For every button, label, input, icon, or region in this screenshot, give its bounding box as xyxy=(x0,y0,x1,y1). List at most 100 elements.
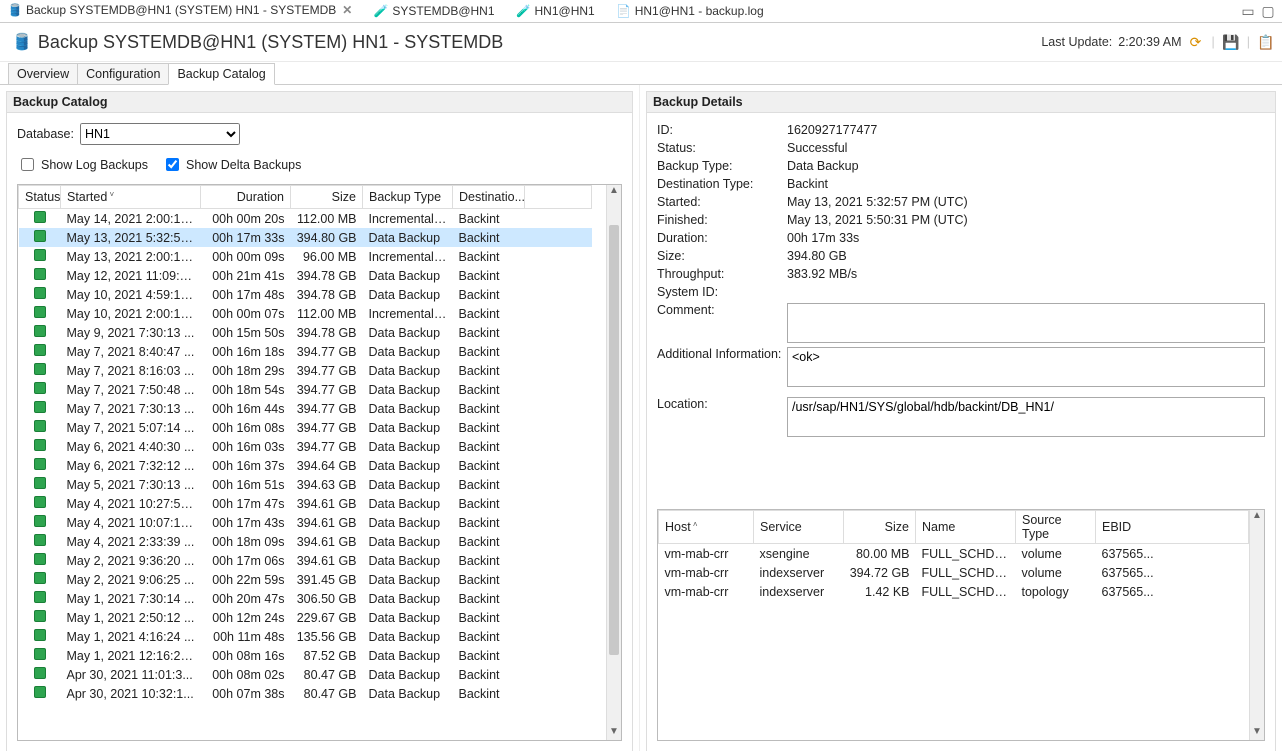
cell: 394.78 GB xyxy=(291,285,363,304)
started-value: May 13, 2021 5:32:57 PM (UTC) xyxy=(787,195,968,209)
status-cell xyxy=(19,228,61,247)
table-row[interactable]: May 7, 2021 8:40:47 ...00h 16m 18s394.77… xyxy=(19,342,592,361)
status-ok-icon xyxy=(34,382,46,394)
table-row[interactable]: May 2, 2021 9:06:25 ...00h 22m 59s391.45… xyxy=(19,570,592,589)
cell: May 10, 2021 2:00:14... xyxy=(61,304,201,323)
table-row[interactable]: May 5, 2021 7:30:13 ...00h 16m 51s394.63… xyxy=(19,475,592,494)
editor-tab[interactable]: 🧪HN1@HN1 xyxy=(513,2,599,20)
comment-textarea[interactable] xyxy=(787,303,1265,343)
table-row[interactable]: Apr 30, 2021 10:32:1...00h 07m 38s80.47 … xyxy=(19,684,592,703)
table-row[interactable]: May 1, 2021 12:16:21...00h 08m 16s87.52 … xyxy=(19,646,592,665)
status-ok-icon xyxy=(34,363,46,375)
cell: 229.67 GB xyxy=(291,608,363,627)
table-row[interactable]: vm-mab-crrindexserver394.72 GBFULL_SCHD_… xyxy=(659,563,1249,582)
column-header[interactable]: Started ˅ xyxy=(61,186,201,209)
table-row[interactable]: May 4, 2021 10:07:13...00h 17m 43s394.61… xyxy=(19,513,592,532)
more-icon[interactable]: 📋 xyxy=(1258,34,1274,50)
editor-tab[interactable]: 🧪SYSTEMDB@HN1 xyxy=(370,2,498,20)
scroll-down-icon[interactable]: ▼ xyxy=(1250,726,1264,740)
column-header[interactable]: Destinatio... xyxy=(453,186,525,209)
table-row xyxy=(659,658,1249,677)
volumes-table[interactable]: Host ˄ServiceSizeNameSource TypeEBID vm-… xyxy=(658,510,1249,751)
cell: May 7, 2021 7:50:48 ... xyxy=(61,380,201,399)
cell: May 6, 2021 7:32:12 ... xyxy=(61,456,201,475)
editor-tab[interactable]: 📄HN1@HN1 - backup.log xyxy=(613,2,768,20)
cell: 637565... xyxy=(1096,563,1249,582)
table-row[interactable]: May 6, 2021 4:40:30 ...00h 16m 03s394.77… xyxy=(19,437,592,456)
table-row[interactable]: vm-mab-crrxsengine80.00 MBFULL_SCHD_d...… xyxy=(659,544,1249,564)
table-row[interactable]: May 4, 2021 10:27:57...00h 17m 47s394.61… xyxy=(19,494,592,513)
table-row[interactable]: May 7, 2021 7:50:48 ...00h 18m 54s394.77… xyxy=(19,380,592,399)
column-header[interactable]: Status xyxy=(19,186,61,209)
column-header[interactable]: EBID xyxy=(1096,511,1249,544)
table-row[interactable]: May 2, 2021 9:36:20 ...00h 17m 06s394.61… xyxy=(19,551,592,570)
show-log-backups-checkbox[interactable]: Show Log Backups xyxy=(17,155,148,174)
table-row[interactable]: May 7, 2021 7:30:13 ...00h 16m 44s394.77… xyxy=(19,399,592,418)
table-row[interactable]: May 9, 2021 7:30:13 ...00h 15m 50s394.78… xyxy=(19,323,592,342)
minimize-icon[interactable]: ▭ xyxy=(1240,3,1256,19)
status-ok-icon xyxy=(34,401,46,413)
cell: May 9, 2021 7:30:13 ... xyxy=(61,323,201,342)
table-row[interactable]: May 12, 2021 11:09:5...00h 21m 41s394.78… xyxy=(19,266,592,285)
scroll-up-icon[interactable]: ▲ xyxy=(607,185,621,199)
close-icon[interactable]: ✕ xyxy=(342,3,352,17)
cell: 00h 00m 07s xyxy=(201,304,291,323)
table-row[interactable]: May 13, 2021 5:32:57...00h 17m 33s394.80… xyxy=(19,228,592,247)
table-row[interactable]: May 1, 2021 7:30:14 ...00h 20m 47s306.50… xyxy=(19,589,592,608)
column-header[interactable]: Backup Type xyxy=(363,186,453,209)
additional-info-label: Additional Information: xyxy=(657,347,787,361)
catalog-table[interactable]: StatusStarted ˅DurationSizeBackup TypeDe… xyxy=(18,185,592,703)
volumes-scrollbar[interactable]: ▲ ▼ xyxy=(1249,510,1264,740)
show-delta-backups-checkbox[interactable]: Show Delta Backups xyxy=(162,155,301,174)
cell: Incremental ... xyxy=(363,209,453,229)
save-icon[interactable]: 💾 xyxy=(1223,34,1239,50)
location-textarea[interactable] xyxy=(787,397,1265,437)
database-select[interactable]: HN1 xyxy=(80,123,240,145)
table-row[interactable]: May 10, 2021 2:00:14...00h 00m 07s112.00… xyxy=(19,304,592,323)
sub-tabs: OverviewConfigurationBackup Catalog xyxy=(0,62,1282,85)
column-header[interactable]: Host ˄ xyxy=(659,511,754,544)
status-cell xyxy=(19,608,61,627)
table-row[interactable]: May 7, 2021 5:07:14 ...00h 16m 08s394.77… xyxy=(19,418,592,437)
scroll-down-icon[interactable]: ▼ xyxy=(607,726,621,740)
cell: 394.64 GB xyxy=(291,456,363,475)
status-ok-icon xyxy=(34,230,46,242)
table-row[interactable]: May 1, 2021 4:16:24 ...00h 11m 48s135.56… xyxy=(19,627,592,646)
table-row[interactable]: May 10, 2021 4:59:10...00h 17m 48s394.78… xyxy=(19,285,592,304)
sub-tab[interactable]: Overview xyxy=(8,63,78,84)
editor-tab[interactable]: 🛢️Backup SYSTEMDB@HN1 (SYSTEM) HN1 - SYS… xyxy=(4,1,356,21)
cell: Backint xyxy=(453,418,525,437)
sub-tab[interactable]: Configuration xyxy=(77,63,169,84)
cell: 394.78 GB xyxy=(291,323,363,342)
column-header[interactable]: Size xyxy=(291,186,363,209)
table-row[interactable]: May 1, 2021 2:50:12 ...00h 12m 24s229.67… xyxy=(19,608,592,627)
scroll-thumb[interactable] xyxy=(609,225,619,655)
maximize-icon[interactable]: ▢ xyxy=(1260,3,1276,19)
sub-tab[interactable]: Backup Catalog xyxy=(168,63,274,85)
column-header[interactable]: Name xyxy=(916,511,1016,544)
column-header[interactable]: Service xyxy=(754,511,844,544)
refresh-icon[interactable]: ⟳ xyxy=(1188,34,1204,50)
column-header[interactable]: Source Type xyxy=(1016,511,1096,544)
destination-type-label: Destination Type: xyxy=(657,177,787,191)
column-header[interactable]: Duration xyxy=(201,186,291,209)
cell: Backint xyxy=(453,247,525,266)
table-row[interactable]: Apr 30, 2021 11:01:3...00h 08m 02s80.47 … xyxy=(19,665,592,684)
table-row[interactable]: May 7, 2021 8:16:03 ...00h 18m 29s394.77… xyxy=(19,361,592,380)
cell: 00h 17m 48s xyxy=(201,285,291,304)
cell: 80.00 MB xyxy=(844,544,916,564)
scroll-up-icon[interactable]: ▲ xyxy=(1250,510,1264,524)
catalog-scrollbar[interactable]: ▲ ▼ xyxy=(606,185,621,740)
table-row[interactable]: May 13, 2021 2:00:13...00h 00m 09s96.00 … xyxy=(19,247,592,266)
cell: Backint xyxy=(453,323,525,342)
table-row[interactable]: May 14, 2021 2:00:13...00h 00m 20s112.00… xyxy=(19,209,592,229)
additional-info-textarea[interactable] xyxy=(787,347,1265,387)
table-row[interactable]: vm-mab-crrindexserver1.42 KBFULL_SCHD_d.… xyxy=(659,582,1249,601)
status-ok-icon xyxy=(34,211,46,223)
id-label: ID: xyxy=(657,123,787,137)
table-row[interactable]: May 4, 2021 2:33:39 ...00h 18m 09s394.61… xyxy=(19,532,592,551)
column-header[interactable]: Size xyxy=(844,511,916,544)
table-row xyxy=(659,677,1249,696)
table-row[interactable]: May 6, 2021 7:32:12 ...00h 16m 37s394.64… xyxy=(19,456,592,475)
started-label: Started: xyxy=(657,195,787,209)
